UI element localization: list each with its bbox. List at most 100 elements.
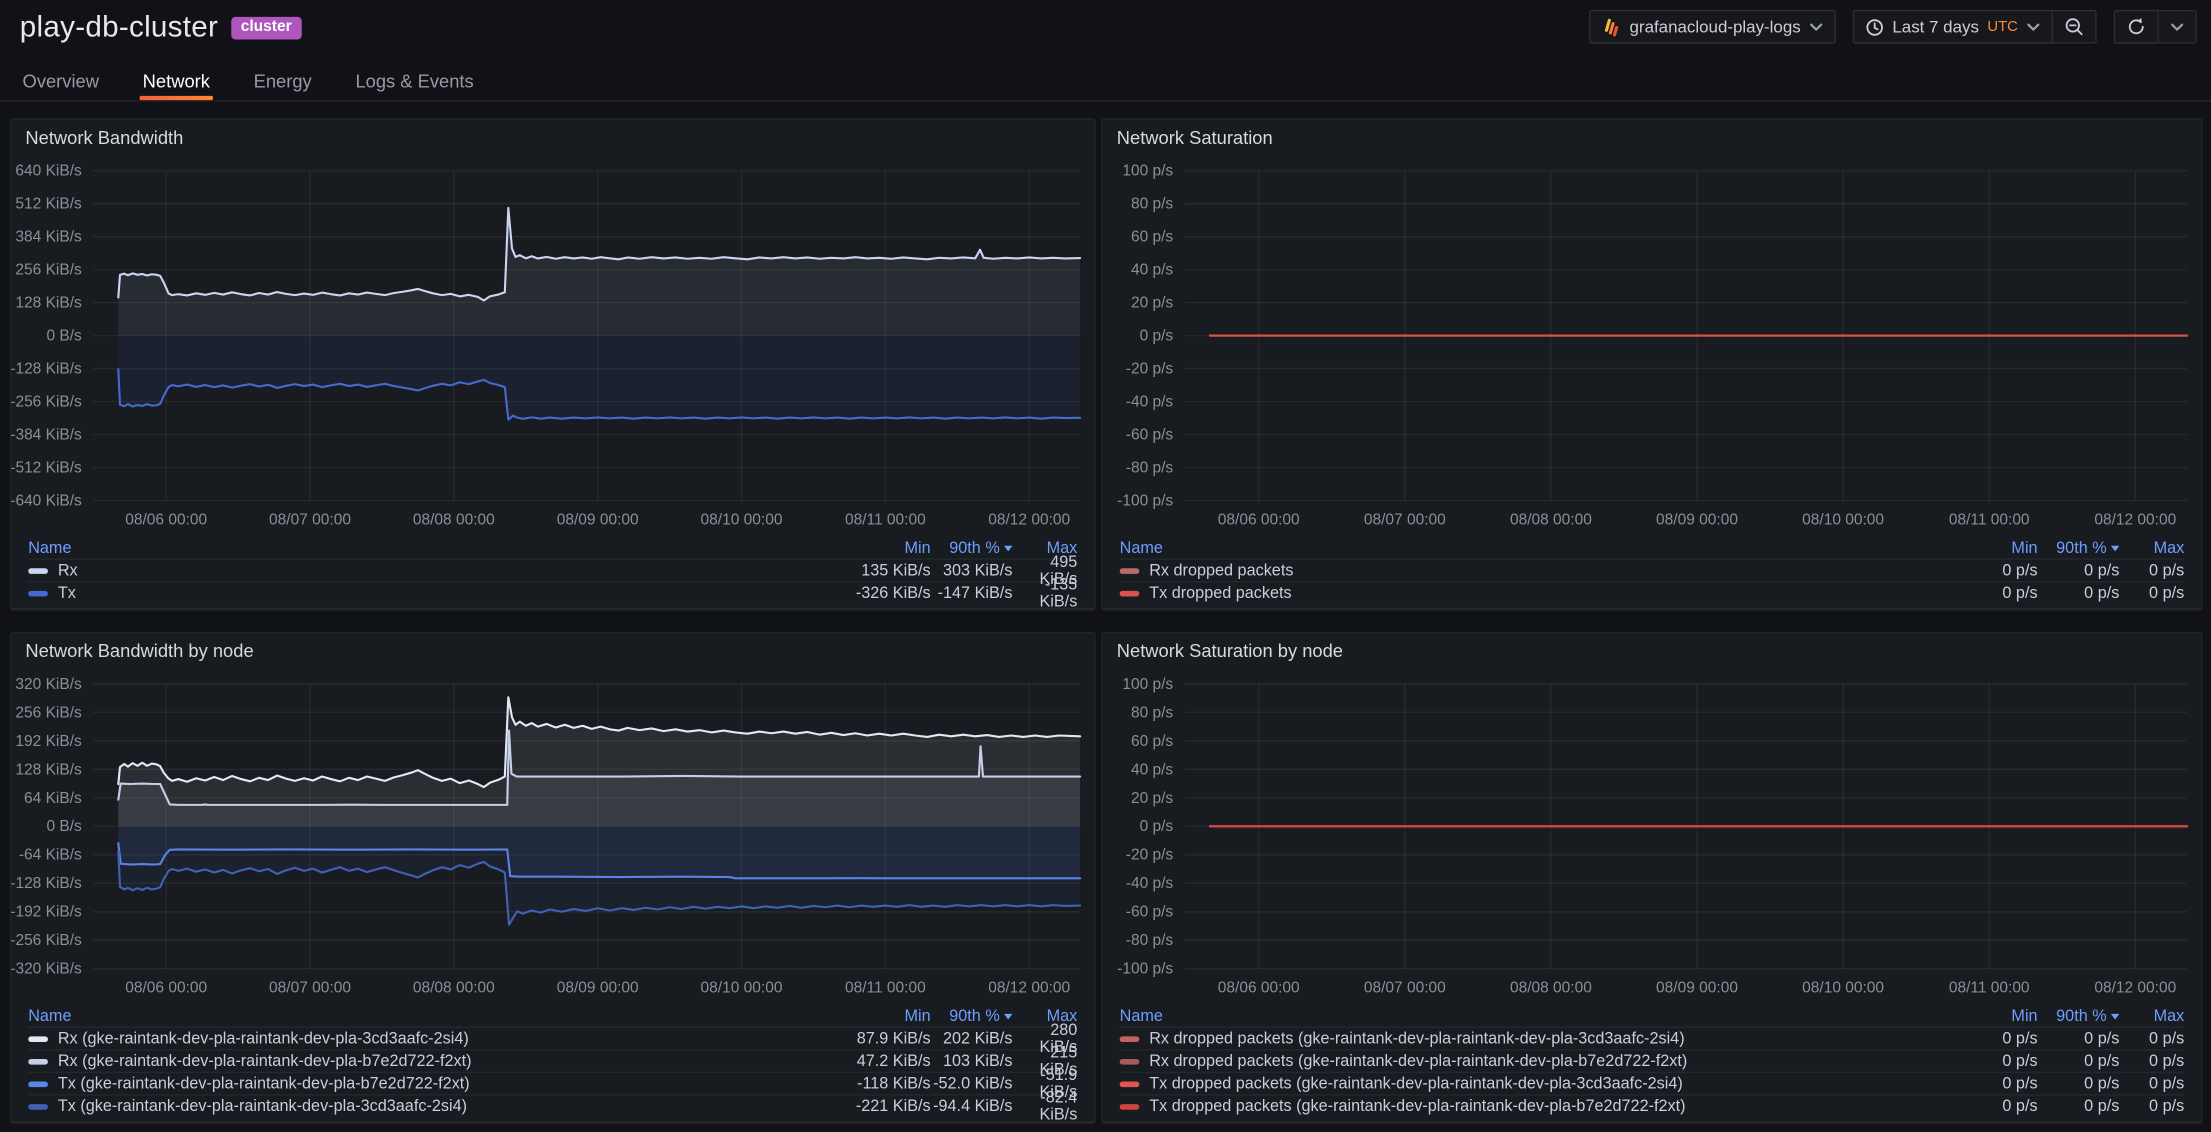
series-name[interactable]: Rx xyxy=(58,562,78,579)
svg-text:20 p/s: 20 p/s xyxy=(1131,295,1173,312)
series-max-value: 0 p/s xyxy=(2119,562,2184,579)
svg-text:08/11 00:00: 08/11 00:00 xyxy=(845,980,926,997)
series-color-swatch xyxy=(1120,1103,1140,1109)
series-90th-value: 0 p/s xyxy=(2038,562,2120,579)
legend-row: Rx135 KiB/s303 KiB/s495 KiB/s xyxy=(28,558,1077,581)
svg-text:08/06 00:00: 08/06 00:00 xyxy=(1218,512,1300,529)
series-name[interactable]: Tx (gke-raintank-dev-pla-raintank-dev-pl… xyxy=(58,1075,470,1092)
series-name[interactable]: Tx (gke-raintank-dev-pla-raintank-dev-pl… xyxy=(58,1098,467,1115)
legend-col-90th[interactable]: 90th % xyxy=(931,539,1013,556)
legend-col-max[interactable]: Max xyxy=(2119,539,2184,556)
svg-text:08/07 00:00: 08/07 00:00 xyxy=(1364,512,1446,529)
series-color-swatch xyxy=(28,1036,48,1042)
network-saturation-chart[interactable]: 100 p/s80 p/s60 p/s40 p/s20 p/s0 p/s-20 … xyxy=(1103,157,2201,538)
network-bandwidth-chart[interactable]: 640 KiB/s512 KiB/s384 KiB/s256 KiB/s128 … xyxy=(11,157,1094,538)
datasource-picker[interactable]: grafanacloud-play-logs xyxy=(1589,10,1836,44)
legend-table: NameMin90th %Max Rx dropped packets (gke-… xyxy=(1103,1005,2201,1122)
svg-text:-512 KiB/s: -512 KiB/s xyxy=(11,460,82,477)
svg-text:-80 p/s: -80 p/s xyxy=(1126,932,1174,949)
refresh-button[interactable] xyxy=(2114,10,2159,44)
legend-col-max[interactable]: Max xyxy=(2119,1008,2184,1025)
series-color-swatch xyxy=(28,568,48,574)
legend-table: NameMin90th %MaxRx (gke-raintank-dev-pla… xyxy=(11,1005,1094,1122)
legend-row: Rx dropped packets (gke-raintank-dev-pla… xyxy=(1120,1049,2185,1072)
svg-text:64 KiB/s: 64 KiB/s xyxy=(24,790,82,807)
tab-network[interactable]: Network xyxy=(140,62,213,100)
tab-overview[interactable]: Overview xyxy=(20,62,102,100)
panel-network-bandwidth-by-node: Network Bandwidth by node 320 KiB/s256 K… xyxy=(10,632,1096,1124)
svg-text:08/08 00:00: 08/08 00:00 xyxy=(413,980,495,997)
legend-row: Rx (gke-raintank-dev-pla-raintank-dev-pl… xyxy=(28,1027,1077,1050)
panel-title[interactable]: Network Saturation xyxy=(1103,120,2201,157)
tab-logs-events[interactable]: Logs & Events xyxy=(353,62,477,100)
svg-text:-320 KiB/s: -320 KiB/s xyxy=(11,961,82,978)
svg-text:-100 p/s: -100 p/s xyxy=(1117,961,1173,978)
svg-text:08/10 00:00: 08/10 00:00 xyxy=(1802,512,1884,529)
svg-text:384 KiB/s: 384 KiB/s xyxy=(15,229,82,246)
legend-col-name[interactable]: Name xyxy=(28,539,789,556)
svg-text:256 KiB/s: 256 KiB/s xyxy=(15,704,82,721)
panel-title[interactable]: Network Bandwidth xyxy=(11,120,1094,157)
series-name[interactable]: Rx (gke-raintank-dev-pla-raintank-dev-pl… xyxy=(58,1030,469,1047)
legend-col-min[interactable]: Min xyxy=(1897,539,2038,556)
series-name[interactable]: Rx dropped packets xyxy=(1149,562,1293,579)
svg-text:192 KiB/s: 192 KiB/s xyxy=(15,733,82,750)
time-range-picker[interactable]: Last 7 days UTC xyxy=(1853,10,2053,44)
legend-row: Tx dropped packets0 p/s0 p/s0 p/s xyxy=(1120,581,2185,604)
series-color-swatch xyxy=(1120,590,1140,596)
series-name[interactable]: Tx dropped packets xyxy=(1149,584,1291,601)
legend-col-name[interactable]: Name xyxy=(1120,539,1897,556)
legend-col-name[interactable]: Name xyxy=(1120,1008,1897,1025)
series-min-value: 47.2 KiB/s xyxy=(790,1053,931,1070)
series-name[interactable]: Rx dropped packets (gke-raintank-dev-pla… xyxy=(1149,1030,1684,1047)
series-name[interactable]: Rx dropped packets (gke-raintank-dev-pla… xyxy=(1149,1053,1687,1070)
legend-col-90th[interactable]: 90th % xyxy=(2038,1008,2120,1025)
refresh-icon xyxy=(2126,17,2146,37)
svg-text:80 p/s: 80 p/s xyxy=(1131,196,1173,213)
cluster-tag[interactable]: cluster xyxy=(231,17,302,40)
svg-text:40 p/s: 40 p/s xyxy=(1131,262,1173,279)
zoom-out-button[interactable] xyxy=(2053,10,2097,44)
legend-row: Tx (gke-raintank-dev-pla-raintank-dev-pl… xyxy=(28,1072,1077,1095)
svg-text:100 p/s: 100 p/s xyxy=(1122,676,1173,693)
panel-title[interactable]: Network Saturation by node xyxy=(1103,633,2201,670)
series-max-value: 0 p/s xyxy=(2119,584,2184,601)
series-min-value: -221 KiB/s xyxy=(790,1098,931,1115)
legend-col-90th[interactable]: 90th % xyxy=(931,1008,1013,1025)
series-color-swatch xyxy=(1120,1036,1140,1042)
network-bandwidth-by-node-chart[interactable]: 320 KiB/s256 KiB/s192 KiB/s128 KiB/s64 K… xyxy=(11,670,1094,1006)
svg-text:80 p/s: 80 p/s xyxy=(1131,704,1173,721)
svg-text:-128 KiB/s: -128 KiB/s xyxy=(11,875,82,892)
svg-text:-60 p/s: -60 p/s xyxy=(1126,904,1174,921)
panel-title[interactable]: Network Bandwidth by node xyxy=(11,633,1094,670)
series-max-value: 0 p/s xyxy=(2119,1053,2184,1070)
svg-text:-384 KiB/s: -384 KiB/s xyxy=(11,427,82,444)
svg-text:100 p/s: 100 p/s xyxy=(1122,163,1173,180)
svg-text:08/07 00:00: 08/07 00:00 xyxy=(269,512,351,529)
datasource-label: grafanacloud-play-logs xyxy=(1630,17,1801,37)
svg-text:08/12 00:00: 08/12 00:00 xyxy=(2094,512,2176,529)
svg-text:08/08 00:00: 08/08 00:00 xyxy=(1510,980,1592,997)
svg-text:-192 KiB/s: -192 KiB/s xyxy=(11,904,82,921)
svg-text:08/12 00:00: 08/12 00:00 xyxy=(2094,980,2176,997)
network-saturation-by-node-chart[interactable]: 100 p/s80 p/s60 p/s40 p/s20 p/s0 p/s-20 … xyxy=(1103,670,2201,1006)
refresh-interval-picker[interactable] xyxy=(2159,10,2197,44)
clock-icon xyxy=(1866,18,1884,36)
legend-col-min[interactable]: Min xyxy=(790,1008,931,1025)
legend-col-name[interactable]: Name xyxy=(28,1008,789,1025)
sort-desc-icon xyxy=(2111,1013,2119,1019)
series-name[interactable]: Tx xyxy=(58,584,76,601)
series-name[interactable]: Tx dropped packets (gke-raintank-dev-pla… xyxy=(1149,1098,1685,1115)
series-name[interactable]: Rx (gke-raintank-dev-pla-raintank-dev-pl… xyxy=(58,1053,472,1070)
legend-col-90th[interactable]: 90th % xyxy=(2038,539,2120,556)
legend-col-min[interactable]: Min xyxy=(790,539,931,556)
legend-col-min[interactable]: Min xyxy=(1897,1008,2038,1025)
series-max-value: -82.4 KiB/s xyxy=(1012,1089,1077,1123)
svg-text:08/07 00:00: 08/07 00:00 xyxy=(1364,980,1446,997)
zoom-out-icon xyxy=(2064,17,2084,37)
svg-text:0 p/s: 0 p/s xyxy=(1140,328,1174,345)
series-color-swatch xyxy=(1120,568,1140,574)
series-name[interactable]: Tx dropped packets (gke-raintank-dev-pla… xyxy=(1149,1075,1683,1092)
tab-energy[interactable]: Energy xyxy=(251,62,315,100)
loki-datasource-icon xyxy=(1601,17,1621,37)
